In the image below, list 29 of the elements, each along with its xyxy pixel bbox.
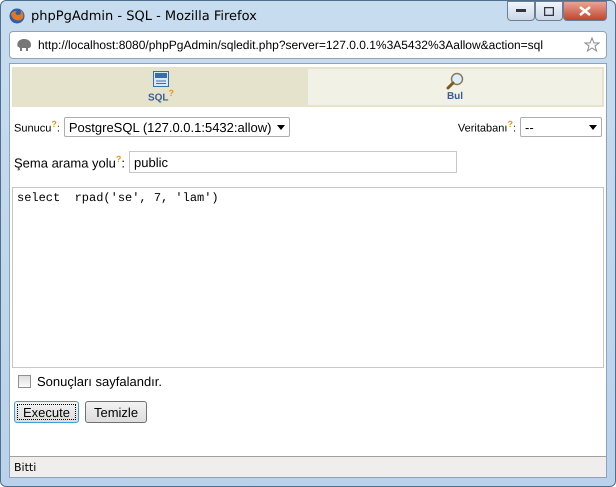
address-bar[interactable]: http://localhost:8080/phpPgAdmin/sqledit.php?server=127.0.0.1%3A5432%3Aallow&action=sql — [9, 31, 607, 59]
sql-query-field[interactable]: select rpad('se', 7, 'lam') — [12, 187, 604, 368]
close-icon — [579, 6, 591, 16]
database-select[interactable]: -- — [520, 117, 602, 137]
form-button[interactable]: Execute — [14, 401, 79, 423]
bookmark-star-icon[interactable] — [584, 37, 600, 53]
dropdown-arrow-icon — [276, 124, 285, 130]
sql-document-icon — [153, 70, 169, 87]
server-select[interactable]: PostgreSQL (127.0.0.1:5432:allow) — [64, 117, 290, 137]
search-icon — [446, 72, 464, 90]
paginate-label: Sonuçları sayfalandır. — [37, 374, 162, 389]
paginate-checkbox[interactable] — [18, 375, 31, 388]
dropdown-arrow-icon — [589, 124, 597, 130]
database-label: Veritabanı$^{?}$: — [458, 119, 516, 135]
status-text: Bitti — [14, 460, 36, 474]
browser-logo-icon — [9, 8, 25, 24]
window-title: phpPgAdmin - SQL - Mozilla Firefox — [31, 8, 258, 24]
minimize-icon — [516, 9, 526, 13]
close-button[interactable] — [563, 1, 607, 21]
maximize-button[interactable] — [535, 1, 563, 21]
minimize-button[interactable] — [507, 1, 535, 21]
form-button[interactable]: Temizle — [84, 401, 148, 423]
tab[interactable]: Bul — [308, 69, 602, 105]
server-label: Sunucu$^{?}$: — [14, 119, 60, 135]
url-text: http://localhost:8080/phpPgAdmin/sqledit.php?server=127.0.0.1%3A5432%3Aallow&action=sql — [38, 38, 544, 52]
schema-path-field[interactable]: public — [129, 151, 458, 173]
schema-path-label: Şema arama yolu$^{?}$: — [14, 154, 126, 170]
maximize-icon — [544, 6, 554, 16]
tab[interactable]: SQL$^{?}$ — [14, 69, 308, 105]
